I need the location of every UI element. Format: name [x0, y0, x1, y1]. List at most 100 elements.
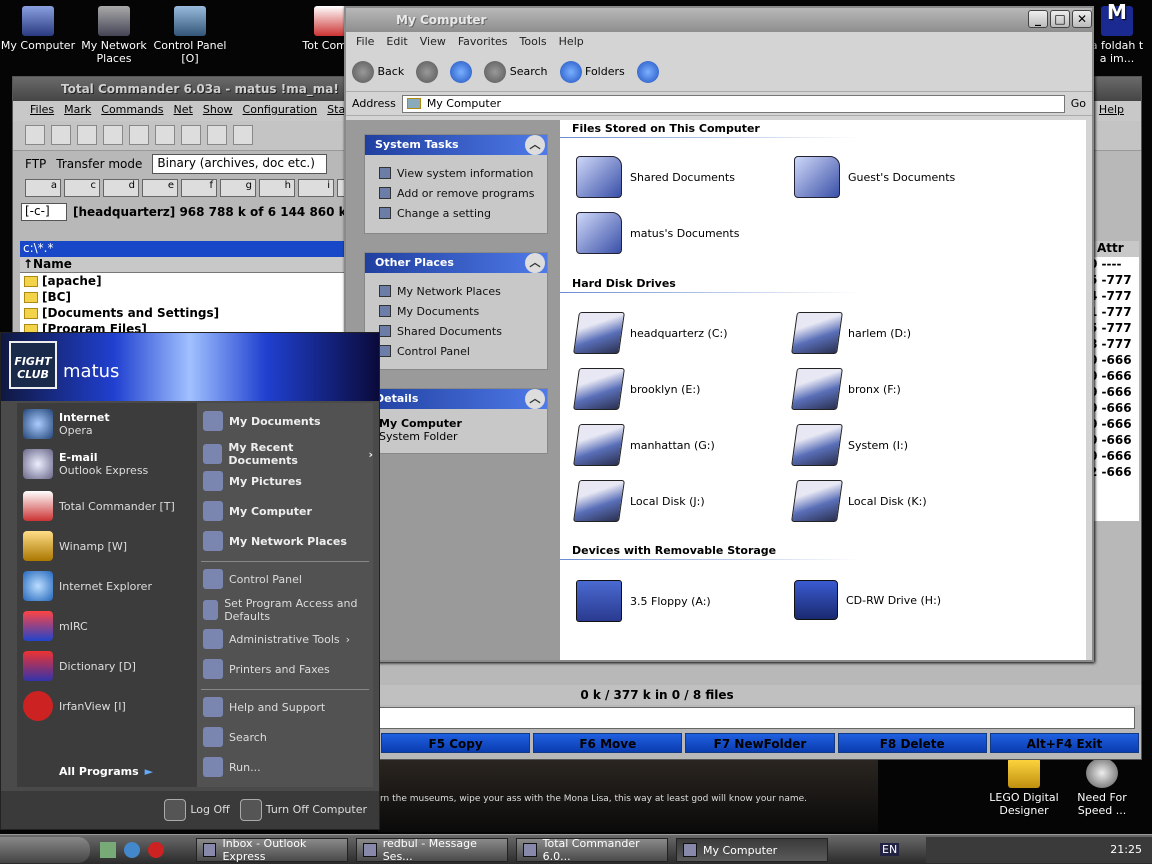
attr-column-header[interactable]: Attr [1089, 241, 1139, 257]
mc-menu-help[interactable]: Help [555, 35, 592, 49]
tc-menu-net[interactable]: Net [169, 103, 198, 119]
exit-button[interactable]: Alt+F4 Exit [989, 733, 1140, 753]
place-recent-documents[interactable]: My Recent Documents › [203, 441, 373, 467]
drive-item[interactable]: brooklyn (E:) [573, 368, 700, 410]
drive-item[interactable]: System (I:) [791, 424, 908, 466]
place-network[interactable]: My Network Places [203, 531, 347, 551]
f7-newfolder-button[interactable]: F7 NewFolder [685, 733, 835, 753]
refresh-icon[interactable] [25, 125, 45, 145]
drive-button[interactable]: d [103, 179, 139, 197]
name-column-header[interactable]: ↑Name [20, 257, 346, 273]
pinned-internet[interactable]: Internet Opera [23, 409, 110, 439]
floppy-drive-item[interactable]: 3.5 Floppy (A:) [576, 580, 711, 622]
menu-help[interactable]: Help and Support [203, 697, 325, 717]
drive-item[interactable]: Local Disk (J:) [573, 480, 705, 522]
f6-move-button[interactable]: F6 Move [533, 733, 683, 753]
place-my-pictures[interactable]: My Pictures [203, 471, 302, 491]
recent-winamp[interactable]: Winamp [W] [23, 531, 127, 561]
clock[interactable]: 21:25 [1110, 843, 1142, 856]
tc-command-line[interactable] [379, 707, 1135, 729]
mc-menu-favorites[interactable]: Favorites [454, 35, 516, 49]
mc-menu-file[interactable]: File [352, 35, 382, 49]
drive-button[interactable]: i [298, 179, 334, 197]
f5-copy-button[interactable]: F5 Copy [381, 733, 531, 753]
mc-menu-tools[interactable]: Tools [516, 35, 555, 49]
drive-button[interactable]: a [25, 179, 61, 197]
recent-irfanview[interactable]: IrfanView [I] [23, 691, 126, 721]
drive-button[interactable]: c [64, 179, 100, 197]
file-row[interactable]: [BC] [20, 289, 346, 305]
desktop-icon-network[interactable]: My Network Places [74, 4, 154, 65]
tc-menu-show[interactable]: Show [198, 103, 238, 119]
menu-admin-tools[interactable]: Administrative Tools › [203, 629, 350, 649]
recent-total-commander[interactable]: Total Commander [T] [23, 491, 175, 521]
chevron-up-icon[interactable]: ︿ [525, 253, 545, 273]
drive-item[interactable]: harlem (D:) [791, 312, 911, 354]
drive-button[interactable]: f [181, 179, 217, 197]
close-button[interactable]: ✕ [1072, 10, 1092, 28]
mc-menu-view[interactable]: View [416, 35, 454, 49]
task-my-computer[interactable]: My Computer [676, 838, 828, 862]
tc-right-panel-attrs[interactable]: Attr 0 ---- 5 -777 4 -777 1 -777 5 -777 … [1089, 241, 1139, 521]
place-shared-documents[interactable]: Shared Documents [365, 321, 547, 341]
quicklaunch-ie-icon[interactable] [124, 842, 140, 858]
language-indicator[interactable]: EN [880, 843, 900, 856]
brief-view-icon[interactable] [51, 125, 71, 145]
tree-icon[interactable] [103, 125, 123, 145]
recent-dictionary[interactable]: Dictionary [D] [23, 651, 136, 681]
desktop-icon-control-panel[interactable]: Control Panel [O] [150, 4, 230, 65]
mc-menu-edit[interactable]: Edit [382, 35, 415, 49]
transfer-mode-select[interactable]: Binary (archives, doc etc.) [152, 154, 328, 174]
my-computer-window[interactable]: My Computer _ □ ✕ File Edit View Favorit… [344, 6, 1094, 662]
maximize-button[interactable]: □ [1050, 10, 1070, 28]
desktop-icon-lego[interactable]: LEGO Digital Designer [984, 756, 1064, 817]
drive-item[interactable]: manhattan (G:) [573, 424, 715, 466]
tc-menu-commands[interactable]: Commands [96, 103, 168, 119]
go-button[interactable]: Go [1071, 97, 1086, 110]
shared-documents-item[interactable]: Shared Documents [576, 156, 735, 198]
drive-item[interactable]: Local Disk (K:) [791, 480, 927, 522]
task-outlook[interactable]: Inbox - Outlook Express [196, 837, 348, 863]
minimize-button[interactable]: _ [1028, 10, 1048, 28]
drive-button[interactable]: g [220, 179, 256, 197]
panel-header[interactable]: Other Places ︿ [365, 253, 547, 273]
search-button[interactable]: Search [484, 60, 548, 83]
file-row[interactable]: [Documents and Settings] [20, 305, 346, 321]
chevron-up-icon[interactable]: ︿ [525, 389, 545, 409]
quicklaunch-opera-icon[interactable] [148, 842, 164, 858]
task-view-system-info[interactable]: View system information [365, 163, 547, 183]
desktop-icon-folder[interactable]: M a foldah t a im... [1086, 2, 1148, 65]
log-off-button[interactable]: Log Off [164, 799, 230, 821]
menu-program-access[interactable]: Set Program Access and Defaults [203, 597, 363, 623]
back-arrow-icon[interactable] [155, 125, 175, 145]
drive-item[interactable]: headquarterz (C:) [573, 312, 728, 354]
menu-control-panel[interactable]: Control Panel [203, 569, 302, 589]
tc-menu-files[interactable]: Files [25, 103, 59, 119]
desktop-icon-my-computer[interactable]: My Computer [0, 4, 78, 52]
folders-button[interactable]: Folders [559, 60, 625, 83]
task-add-remove-programs[interactable]: Add or remove programs [365, 183, 547, 203]
desktop-icon-nfs[interactable]: Need For Speed ... [1062, 756, 1142, 817]
drive-button[interactable]: h [259, 179, 295, 197]
recent-mirc[interactable]: mIRC [23, 611, 88, 641]
guest-documents-item[interactable]: Guest's Documents [794, 156, 955, 198]
menu-printers[interactable]: Printers and Faxes [203, 659, 330, 679]
views-icon[interactable] [636, 60, 659, 83]
task-total-commander[interactable]: Total Commander 6.0... [516, 837, 668, 863]
tc-menu-help[interactable]: Help [1094, 103, 1129, 119]
back-button[interactable]: Back [352, 60, 404, 83]
cd-drive-item[interactable]: CD-RW Drive (H:) [794, 580, 941, 620]
forward-arrow-icon[interactable] [416, 60, 439, 83]
place-my-computer[interactable]: My Computer [203, 501, 312, 521]
pack-icon[interactable] [207, 125, 227, 145]
forward-arrow-icon[interactable] [181, 125, 201, 145]
matus-documents-item[interactable]: matus's Documents [576, 212, 739, 254]
up-folder-icon[interactable] [450, 60, 473, 83]
full-view-icon[interactable] [77, 125, 97, 145]
start-button[interactable] [0, 837, 90, 863]
menu-search[interactable]: Search [203, 727, 267, 747]
drive-item[interactable]: bronx (F:) [791, 368, 901, 410]
place-control-panel[interactable]: Control Panel [365, 341, 547, 361]
drive-button[interactable]: e [142, 179, 178, 197]
panel-header[interactable]: System Tasks ︿ [365, 135, 547, 155]
